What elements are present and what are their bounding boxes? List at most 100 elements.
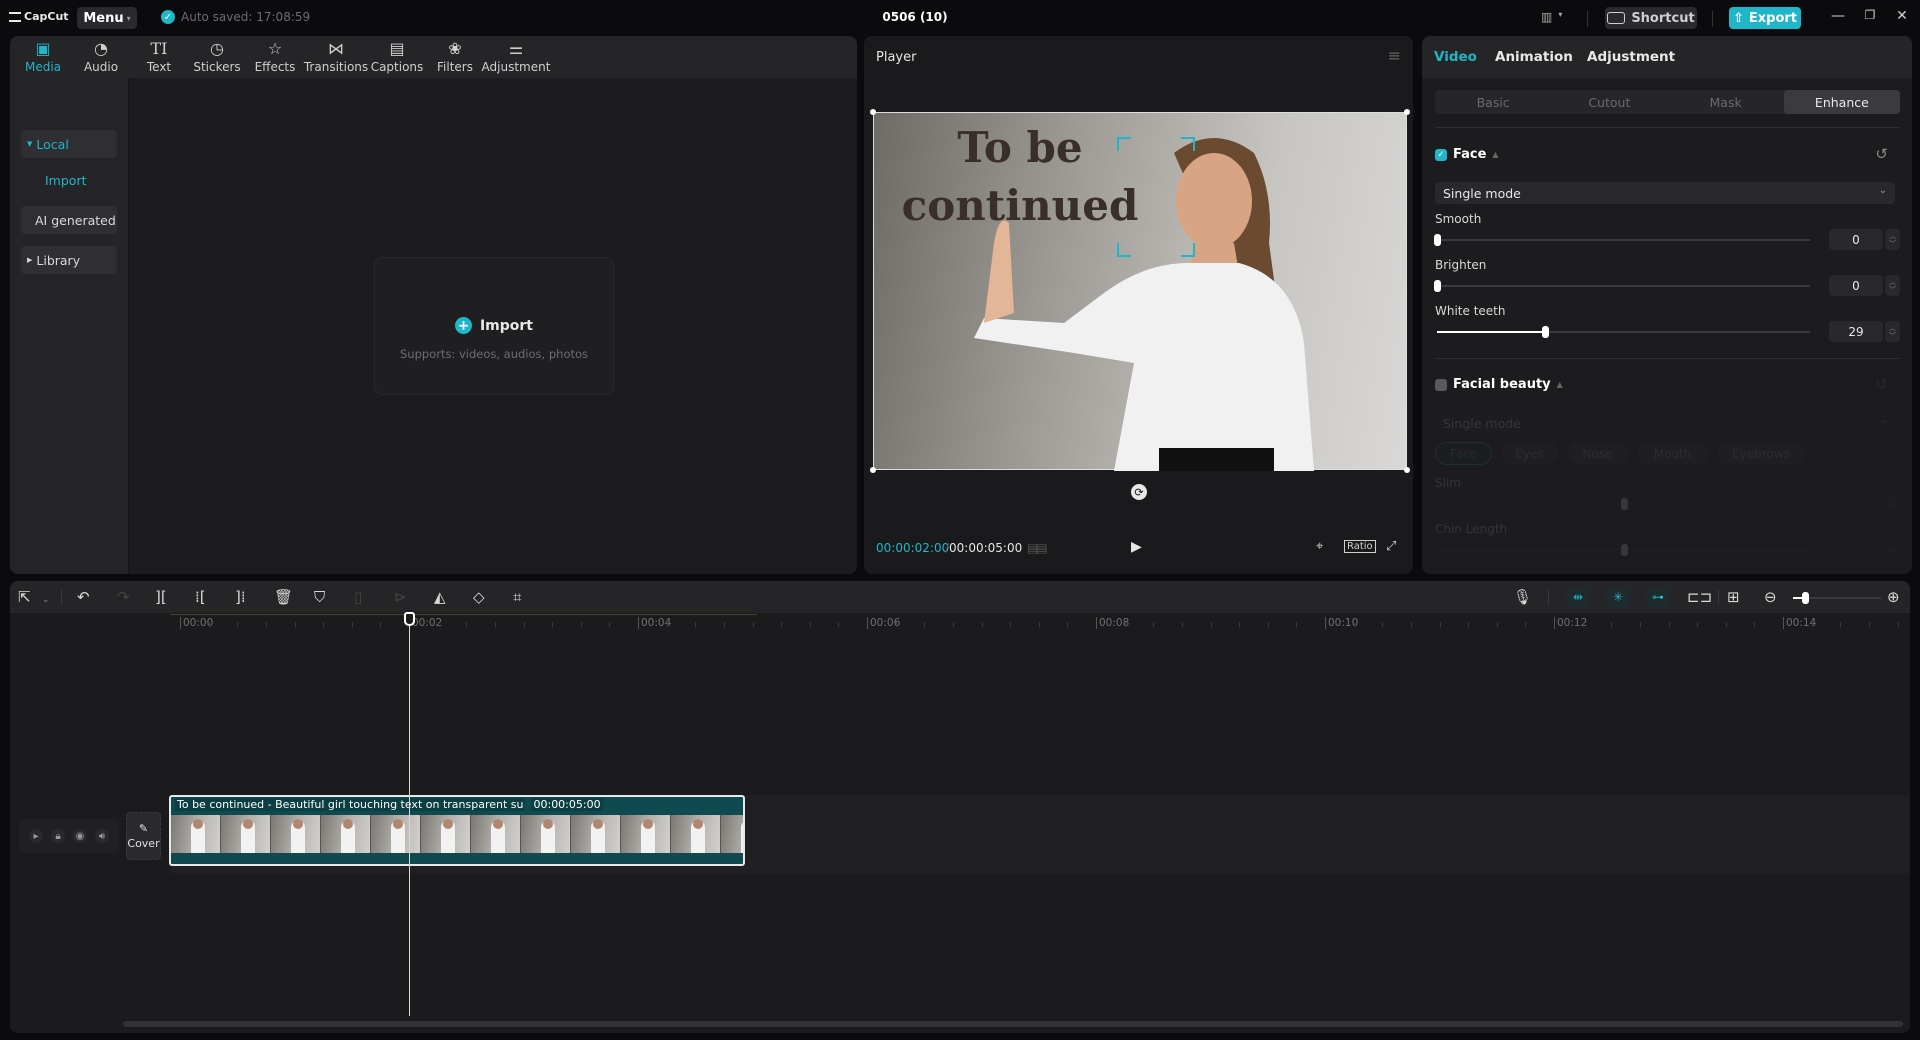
face-mode-select[interactable]: Single mode ⌄ [1435,182,1895,204]
zoom-knob[interactable] [1801,592,1809,604]
resize-handle[interactable] [1404,467,1410,473]
smooth-slider[interactable] [1434,234,1810,246]
import-dropzone[interactable]: + Import Supports: videos, audios, photo… [374,257,614,395]
split-icon[interactable]: ][ [155,588,167,606]
brighten-value-input[interactable]: 0 [1829,275,1883,296]
crop-icon[interactable]: ⌗ [513,588,521,606]
lock-icon[interactable]: 🔒︎ [51,829,65,843]
chevron-up-icon[interactable]: ︿ [1889,232,1896,240]
tool-filters[interactable]: ❀ Filters [426,36,484,78]
zoom-in-icon[interactable]: ⊕ [1887,588,1900,606]
current-timecode: 00:00:02:00 [876,541,950,555]
time-ruler[interactable]: 00:00 00:02 00:04 00:06 00:08 00:10 00:12 00:14 [170,614,1910,638]
sidebar-item-local[interactable]: ▼ Local [21,130,117,158]
video-preview[interactable]: To be continued [870,109,1410,473]
tool-adjustment[interactable]: ⚌ Adjustment [482,36,551,78]
auto-snap-toggle[interactable]: ⇹ [1566,586,1590,608]
smooth-stepper[interactable]: ︿ ﹀ [1885,229,1900,250]
zoom-fit-icon[interactable]: ⌖ [1316,539,1323,554]
chevron-down-icon[interactable]: ⌄ [42,591,50,609]
eye-icon[interactable]: ◉ [73,829,87,843]
ratio-button[interactable]: Ratio [1344,540,1376,553]
clip-thumbnail [671,815,721,853]
layout-button[interactable]: ▥ ▾ [1541,10,1562,24]
split-preview-icon[interactable]: ⊏⊐ [1687,588,1712,606]
zoom-out-icon[interactable]: ⊖ [1764,588,1777,606]
minimize-button[interactable]: — [1828,8,1848,24]
chevron-up-icon[interactable]: ︿ [1889,278,1896,286]
audio-icon[interactable]: 🔊︎ [95,829,109,843]
chevron-down-icon[interactable]: ﹀ [1889,240,1896,248]
slider-knob[interactable] [1434,280,1441,292]
white-teeth-slider[interactable] [1437,326,1810,338]
magnet-toggle[interactable]: ✳ [1606,586,1630,608]
face-checkbox[interactable]: ✓ [1435,148,1447,161]
facial-beauty-checkbox[interactable] [1435,378,1447,391]
resize-handle[interactable] [870,467,876,473]
ruler-minor-tick [752,622,754,627]
subtab-basic[interactable]: Basic [1435,90,1551,114]
marker-icon[interactable]: ⛉ [314,588,325,606]
hamburger-menu-icon[interactable]: ≡ [1388,46,1401,65]
white-teeth-value-input[interactable]: 29 [1829,321,1883,342]
rotate-icon[interactable]: ◇ [473,588,485,606]
microphone-icon[interactable]: 🎙︎ [1513,588,1532,606]
tool-effects[interactable]: ☆ Effects [246,36,304,78]
mirror-icon[interactable]: ◭ [434,588,446,606]
delete-icon[interactable]: 🗑︎ [274,588,293,606]
split-left-icon[interactable]: ⁞[ [195,588,206,606]
playhead[interactable] [409,612,410,1016]
slider-knob[interactable] [1542,326,1550,338]
tool-text[interactable]: TI Text [130,36,188,78]
brighten-stepper[interactable]: ︿ ﹀ [1885,275,1900,296]
select-cursor-icon[interactable]: ⇱ [18,588,31,606]
smooth-value-input[interactable]: 0 [1829,229,1883,250]
timeline-zoom-slider[interactable] [1793,592,1881,604]
import-button[interactable]: + Import [375,317,613,334]
tool-audio[interactable]: ◔ Audio [72,36,130,78]
shortcut-button[interactable]: Shortcut [1605,7,1697,29]
close-button[interactable]: ✕ [1892,8,1912,24]
sidebar-item-library[interactable]: ▶ Library [21,246,117,274]
sidebar-item-ai-generated[interactable]: AI generated [21,206,117,234]
subtab-mask[interactable]: Mask [1668,90,1784,114]
timeline-horizontal-scrollbar[interactable] [123,1021,1903,1027]
facial-beauty-section-header[interactable]: Facial beauty ▲ [1435,377,1563,392]
media-toolbar: ▣ Media ◔ Audio TI Text ◷ Stickers ☆ Eff… [10,36,857,78]
cover-button[interactable]: ✎ Cover [126,812,161,860]
reset-icon[interactable]: ↺ [1875,145,1888,163]
face-section-header[interactable]: ✓ Face ▲ [1435,147,1499,162]
tool-transitions[interactable]: ⋈ Transitions [304,36,368,78]
slider-knob[interactable] [1434,234,1441,246]
face-detect-corner [1117,243,1131,257]
tool-captions[interactable]: ▤ Captions [368,36,426,78]
restore-button[interactable]: ❐ [1860,8,1880,22]
chevron-up-icon[interactable]: ︿ [1889,324,1896,332]
rotate-icon[interactable]: ⟳ [1131,484,1147,500]
video-clip[interactable]: To be continued - Beautiful girl touchin… [169,795,745,866]
export-button[interactable]: ⇧ Export [1729,7,1801,29]
ruler-zoom-icon[interactable]: ⊞ [1727,588,1740,606]
clip-thumbnail [371,815,421,853]
chevron-down-icon[interactable]: ﹀ [1889,286,1896,294]
subtab-cutout[interactable]: Cutout [1551,90,1667,114]
resize-handle[interactable] [1404,109,1410,115]
tab-video[interactable]: Video [1434,49,1477,65]
link-toggle[interactable]: ⊶ [1646,586,1670,608]
subtab-enhance[interactable]: Enhance [1783,90,1900,114]
tab-animation[interactable]: Animation [1495,49,1573,65]
play-button[interactable]: ▶ [1131,539,1142,555]
undo-icon[interactable]: ↶ [77,588,90,606]
tool-media[interactable]: ▣ Media [14,36,72,78]
tab-adjustment[interactable]: Adjustment [1587,49,1675,65]
brighten-slider[interactable] [1434,280,1810,292]
caret-right-icon: ▶ [27,256,33,264]
sidebar-item-import[interactable]: Import [21,166,117,194]
resize-handle[interactable] [870,109,876,115]
playhead-handle[interactable] [404,612,415,626]
fullscreen-icon[interactable]: ⤢ [1386,539,1396,554]
chevron-down-icon[interactable]: ﹀ [1889,332,1896,340]
white-teeth-stepper[interactable]: ︿ ﹀ [1885,321,1900,342]
split-right-icon[interactable]: ]⁞ [235,588,246,606]
tool-stickers[interactable]: ◷ Stickers [188,36,246,78]
